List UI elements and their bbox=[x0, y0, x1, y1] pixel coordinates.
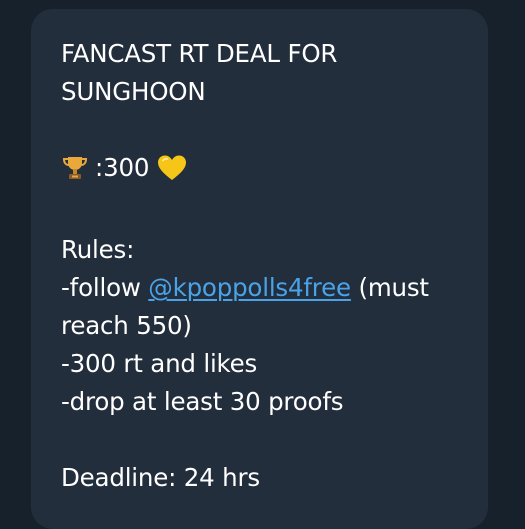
mention-link[interactable]: @kpoppolls4free bbox=[148, 273, 351, 302]
rules-label: Rules: bbox=[61, 235, 135, 264]
deadline-text: Deadline: 24 hrs bbox=[61, 463, 260, 492]
prize-amount: 300 bbox=[103, 153, 150, 182]
prize-separator: : bbox=[95, 153, 104, 182]
rule-follow-continuation: reach 550) bbox=[61, 311, 192, 340]
message-title-line-1: FANCAST RT DEAL FOR bbox=[61, 39, 338, 68]
message-bubble: FANCAST RT DEAL FOR SUNGHOON :300 Rules:… bbox=[31, 9, 488, 529]
rule-proofs: -drop at least 30 proofs bbox=[61, 387, 344, 416]
trophy-icon bbox=[61, 154, 89, 193]
message-title-line-2: SUNGHOON bbox=[61, 77, 206, 106]
rule-follow-suffix: (must bbox=[358, 273, 430, 302]
rule-rt-likes: -300 rt and likes bbox=[61, 349, 258, 378]
rule-follow-prefix: -follow bbox=[61, 273, 141, 302]
prize-line: :300 bbox=[61, 149, 458, 193]
rule-follow-line: -follow @kpoppolls4free (must bbox=[61, 269, 458, 307]
yellow-heart-icon bbox=[157, 154, 187, 193]
